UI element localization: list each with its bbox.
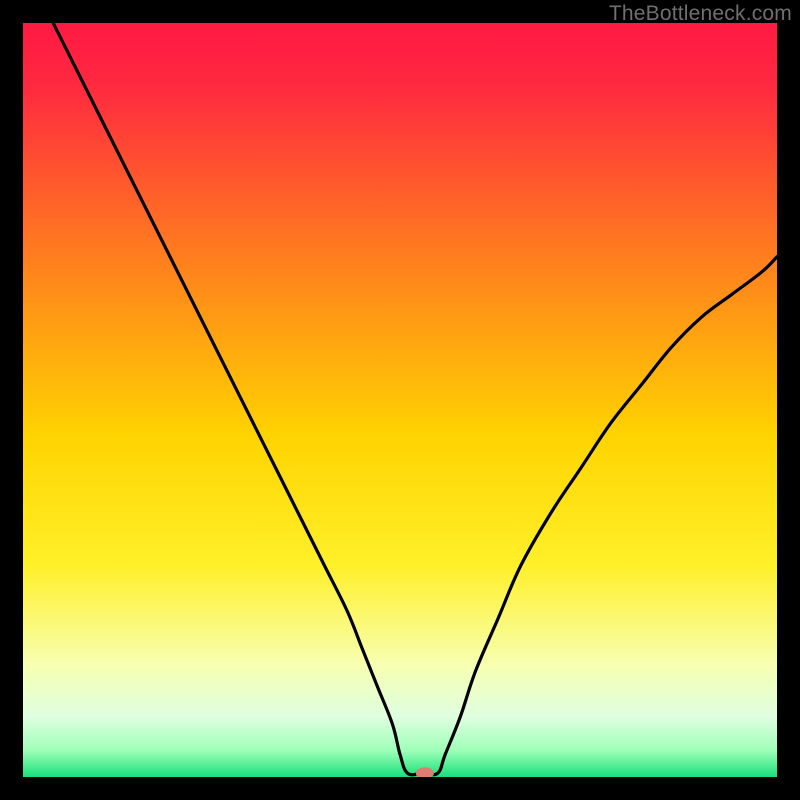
bottleneck-chart bbox=[23, 23, 777, 777]
chart-frame: TheBottleneck.com bbox=[0, 0, 800, 800]
watermark-text: TheBottleneck.com bbox=[609, 2, 792, 26]
gradient-background bbox=[23, 23, 777, 777]
